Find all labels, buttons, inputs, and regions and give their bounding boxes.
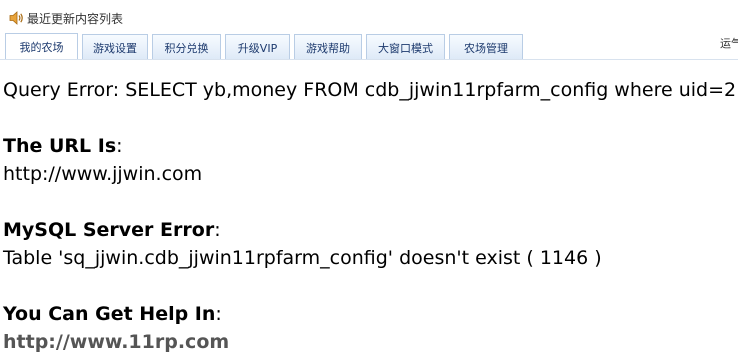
server-heading-line: MySQL Server Error: (3, 219, 221, 241)
tab-upgrade-vip[interactable]: 升级VIP (225, 34, 290, 60)
help-heading-line: You Can Get Help In: (3, 303, 222, 325)
query-error-text: Query Error: SELECT yb,money FROM cdb_jj… (3, 79, 737, 101)
url-heading-line: The URL Is: (3, 135, 123, 157)
tab-bar: 我的农场 游戏设置 积分兑换 升级VIP 游戏帮助 大窗口模式 农场管理 (5, 31, 527, 60)
right-edge-text: 运气 (720, 37, 738, 50)
tab-game-settings[interactable]: 游戏设置 (82, 34, 148, 60)
server-error-text: Table 'sq_jjwin.cdb_jjwin11rpfarm_config… (3, 247, 602, 269)
help-heading: You Can Get Help In (3, 303, 216, 325)
news-label[interactable]: 最近更新内容列表 (27, 10, 123, 27)
tab-points-exchange[interactable]: 积分兑换 (152, 34, 221, 60)
url-value: http://www.jjwin.com (3, 163, 203, 185)
tab-my-farm[interactable]: 我的农场 (5, 33, 78, 60)
server-error-heading: MySQL Server Error (3, 219, 215, 241)
help-link[interactable]: http://www.11rp.com (3, 331, 229, 353)
news-bar[interactable]: 最近更新内容列表 (8, 8, 123, 28)
tab-divider (0, 59, 738, 60)
speaker-icon (8, 10, 25, 26)
error-content: Query Error: SELECT yb,money FROM cdb_jj… (3, 76, 738, 356)
url-heading: The URL Is (3, 135, 117, 157)
tab-game-help[interactable]: 游戏帮助 (294, 34, 362, 60)
page: 最近更新内容列表 运气 我的农场 游戏设置 积分兑换 升级VIP 游戏帮助 大窗… (0, 0, 738, 357)
tab-farm-management[interactable]: 农场管理 (449, 34, 523, 60)
tab-large-window[interactable]: 大窗口模式 (366, 34, 445, 60)
